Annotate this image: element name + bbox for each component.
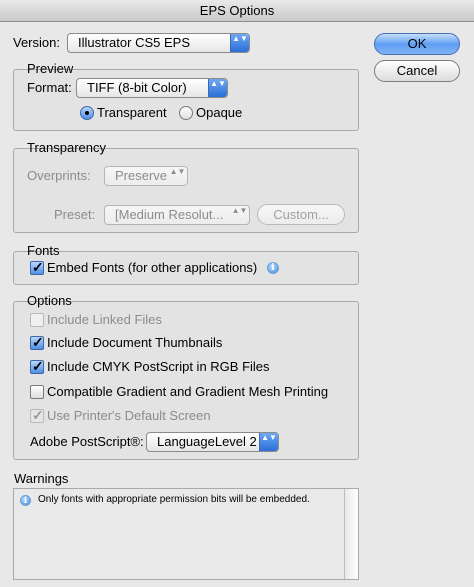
include-linked-files-checkbox[interactable] [30,313,44,327]
custom-button[interactable]: Custom... [257,204,345,225]
options-title: Options [27,293,72,308]
window-title-bar: EPS Options [0,0,474,22]
compatible-gradient-label: Compatible Gradient and Gradient Mesh Pr… [47,384,329,399]
postscript-value: LanguageLevel 2 [157,434,257,449]
format-value: TIFF (8-bit Color) [87,80,187,95]
transparent-radio[interactable] [80,106,94,120]
warnings-title: Warnings [14,471,69,486]
preset-popup[interactable]: [Medium Resolut... ▲▼ [104,205,250,225]
transparency-title: Transparency [27,140,106,155]
popup-arrows-icon: ▲▼ [259,433,278,451]
popup-arrows-icon: ▲▼ [169,167,186,176]
warnings-scrollbar[interactable] [344,489,358,579]
version-popup[interactable]: Illustrator CS5 EPS ▲▼ [67,33,250,53]
include-linked-files-label: Include Linked Files [47,312,162,327]
include-cmyk-label: Include CMYK PostScript in RGB Files [47,359,270,374]
checkmark-icon: ✓ [32,358,44,374]
checkmark-icon: ✓ [32,334,44,350]
preset-value: [Medium Resolut... [115,207,224,222]
popup-arrows-icon: ▲▼ [208,79,227,97]
window-title: EPS Options [199,3,275,18]
overprints-popup[interactable]: Preserve ▲▼ [104,166,188,186]
format-label: Format: [27,80,72,95]
warning-message: Only fonts with appropriate permission b… [38,494,310,505]
printer-default-screen-label: Use Printer's Default Screen [47,408,211,423]
postscript-label: Adobe PostScript®: [30,434,144,449]
popup-arrows-icon: ▲▼ [231,206,248,215]
embed-fonts-checkbox[interactable]: ✓ [30,259,44,275]
info-icon[interactable]: i [267,262,279,274]
cancel-button[interactable]: Cancel [374,60,460,82]
include-thumbnails-checkbox[interactable]: ✓ [30,334,44,350]
overprints-value: Preserve [115,168,168,183]
include-thumbnails-label: Include Document Thumbnails [47,335,223,350]
transparent-label: Transparent [97,105,167,120]
version-value: Illustrator CS5 EPS [78,35,190,50]
opaque-label: Opaque [196,105,243,120]
printer-default-screen-checkbox[interactable]: ✓ [30,407,44,423]
popup-arrows-icon: ▲▼ [230,34,249,52]
checkmark-icon: ✓ [32,407,44,423]
postscript-popup[interactable]: LanguageLevel 2 ▲▼ [146,432,279,452]
checkmark-icon: ✓ [32,259,44,275]
preset-label: Preset: [54,207,96,222]
overprints-label: Overprints: [27,168,91,183]
preview-title: Preview [27,61,74,76]
format-popup[interactable]: TIFF (8-bit Color) ▲▼ [76,78,228,98]
ok-button[interactable]: OK [374,33,460,55]
opaque-radio[interactable] [179,106,193,120]
version-label: Version: [13,35,60,50]
embed-fonts-label: Embed Fonts (for other applications) [47,260,258,275]
warning-info-icon: i [20,495,31,506]
fonts-title: Fonts [27,243,60,258]
compatible-gradient-checkbox[interactable] [30,385,44,399]
include-cmyk-checkbox[interactable]: ✓ [30,358,44,374]
